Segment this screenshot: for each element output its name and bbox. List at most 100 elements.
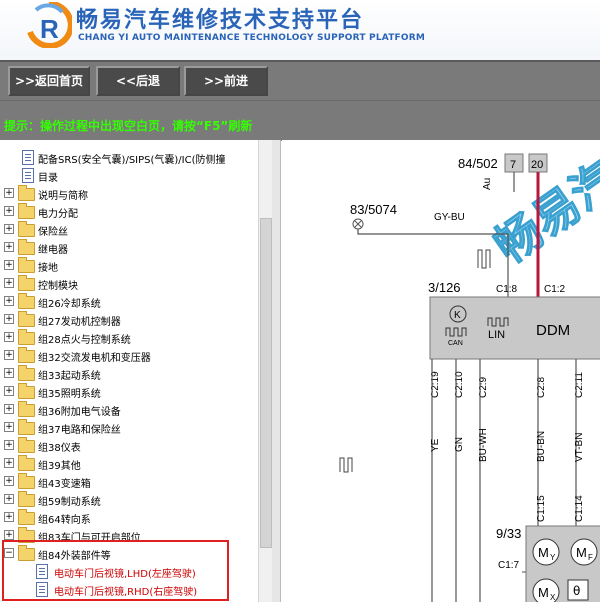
pin-7: 7 — [510, 159, 516, 171]
scrollbar-thumb[interactable] — [260, 218, 272, 548]
folder-icon — [18, 221, 35, 237]
tree-item-label: 控制模块 — [38, 281, 78, 292]
tree-item-label: 说明与简称 — [38, 191, 88, 202]
expander-icon[interactable]: + — [4, 530, 14, 540]
expander-icon[interactable]: + — [4, 440, 14, 450]
tree-item[interactable]: + 说明与简称 — [0, 184, 258, 202]
au-label: Au — [482, 178, 493, 190]
tree-item-label: 组64转向系 — [38, 515, 91, 526]
tree-item[interactable]: + 组43变速箱 — [0, 472, 258, 490]
tree-item-label: 接地 — [38, 263, 58, 274]
tree-item[interactable]: + 组39其他 — [0, 454, 258, 472]
forward-button[interactable]: >>前进 — [184, 66, 268, 96]
folder-icon — [18, 401, 35, 417]
tree-item-label: 组26冷却系统 — [38, 299, 101, 310]
lin-label: LIN — [488, 329, 505, 341]
expander-icon[interactable]: + — [4, 386, 14, 396]
document-icon — [22, 168, 34, 183]
motor-x: M — [538, 585, 549, 600]
tree-item[interactable]: + 组59制动系统 — [0, 490, 258, 508]
tree-item[interactable]: + 组26冷却系统 — [0, 292, 258, 310]
tree-item[interactable]: + 电力分配 — [0, 202, 258, 220]
expander-icon[interactable]: + — [4, 224, 14, 234]
folder-icon — [18, 383, 35, 399]
expander-icon[interactable]: + — [4, 296, 14, 306]
expander-icon[interactable]: + — [4, 404, 14, 414]
expander-icon[interactable]: + — [4, 278, 14, 288]
expander-icon[interactable]: + — [4, 242, 14, 252]
tree-item[interactable]: 目录 — [0, 166, 258, 184]
folder-icon — [18, 473, 35, 489]
tree-item-label: 组35照明系统 — [38, 389, 101, 400]
expander-icon[interactable]: + — [4, 188, 14, 198]
tree-panel: 配备SRS(安全气囊)/SIPS(气囊)/IC(防侧撞 目录 + 说明与简称 + 电力分配… — [0, 140, 258, 602]
tree-item[interactable]: + 组38仪表 — [0, 436, 258, 454]
mirror-ref: 9/33 — [496, 526, 521, 541]
tree-scrollbar[interactable] — [258, 140, 273, 602]
wire-gn: GN — [454, 437, 465, 452]
tree-item[interactable]: + 保险丝 — [0, 220, 258, 238]
tree-item[interactable]: + 组28点火与控制系统 — [0, 328, 258, 346]
expander-icon[interactable]: + — [4, 206, 14, 216]
ddm-label: DDM — [536, 322, 570, 339]
tree-item[interactable]: + 组35照明系统 — [0, 382, 258, 400]
tree-item-label: 配备SRS(安全气囊)/SIPS(气囊)/IC(防侧撞 — [38, 155, 226, 166]
expander-icon[interactable]: + — [4, 512, 14, 522]
expander-icon[interactable]: + — [4, 332, 14, 342]
folder-icon — [18, 203, 35, 219]
expander-icon[interactable]: + — [4, 494, 14, 504]
theta-sensor: θ — [573, 584, 580, 598]
folder-icon — [18, 329, 35, 345]
folder-icon — [18, 419, 35, 435]
expander-icon[interactable]: + — [4, 458, 14, 468]
tree-item[interactable]: + 接地 — [0, 256, 258, 274]
wire-ye: YE — [430, 438, 441, 452]
motor-f-sub: F — [588, 553, 593, 562]
folder-icon — [18, 365, 35, 381]
wire-bu-bn: BU-BN — [536, 431, 547, 462]
wiring-diagram: 畅易汽 84/502 7 20 Au 83/5074 GY-BU 3/126 C… — [282, 140, 600, 602]
tree-item[interactable]: + 组37电路和保险丝 — [0, 418, 258, 436]
module-3-126: 3/126 — [428, 280, 461, 295]
expander-icon[interactable]: + — [4, 260, 14, 270]
tree-item[interactable]: + 组27发动机控制器 — [0, 310, 258, 328]
pin-c1-8: C1:8 — [496, 284, 518, 295]
tree-item-label: 组36附加电气设备 — [38, 407, 121, 418]
expander-icon[interactable]: + — [4, 422, 14, 432]
tree-item[interactable]: + 组36附加电气设备 — [0, 400, 258, 418]
wire-bu-wh: BU-WH — [478, 428, 489, 462]
tree-item[interactable]: + 继电器 — [0, 238, 258, 256]
motor-x-sub: X — [550, 593, 556, 602]
expander-icon[interactable]: + — [4, 368, 14, 378]
folder-icon — [18, 455, 35, 471]
expander-icon[interactable]: + — [4, 314, 14, 324]
folder-icon — [18, 275, 35, 291]
folder-icon — [18, 239, 35, 255]
tree-item-label: 组38仪表 — [38, 443, 81, 454]
tree-item[interactable]: + 组33起动系统 — [0, 364, 258, 382]
nav-bar: >>返回首页 <<后退 >>前进 — [0, 60, 600, 102]
tree-item-label: 组27发动机控制器 — [38, 317, 121, 328]
motor-f: M — [576, 545, 587, 560]
tree-item[interactable]: + 控制模块 — [0, 274, 258, 292]
panel-divider[interactable] — [272, 140, 281, 602]
tree-item[interactable]: + 组64转向系 — [0, 508, 258, 526]
tree-item-label: 组39其他 — [38, 461, 81, 472]
expander-icon[interactable]: + — [4, 476, 14, 486]
tree-item[interactable]: + 组32交流发电机和变压器 — [0, 346, 258, 364]
platform-subtitle: CHANG YI AUTO MAINTENANCE TECHNOLOGY SUP… — [78, 33, 426, 43]
folder-icon — [18, 311, 35, 327]
pin-c1-2: C1:2 — [544, 284, 566, 295]
folder-icon — [18, 509, 35, 525]
tree-item-label: 组33起动系统 — [38, 371, 101, 382]
tree-item-label: 组28点火与控制系统 — [38, 335, 131, 346]
tree-item[interactable]: 配备SRS(安全气囊)/SIPS(气囊)/IC(防侧撞 — [0, 148, 258, 166]
expander-icon[interactable]: + — [4, 350, 14, 360]
pin-c1-7: C1:7 — [498, 560, 520, 571]
tree-item-label: 保险丝 — [38, 227, 68, 238]
folder-icon — [18, 437, 35, 453]
tree-item-label: 组59制动系统 — [38, 497, 101, 508]
home-button[interactable]: >>返回首页 — [8, 66, 90, 96]
tree-item-label: 目录 — [38, 173, 58, 184]
back-button[interactable]: <<后退 — [96, 66, 180, 96]
